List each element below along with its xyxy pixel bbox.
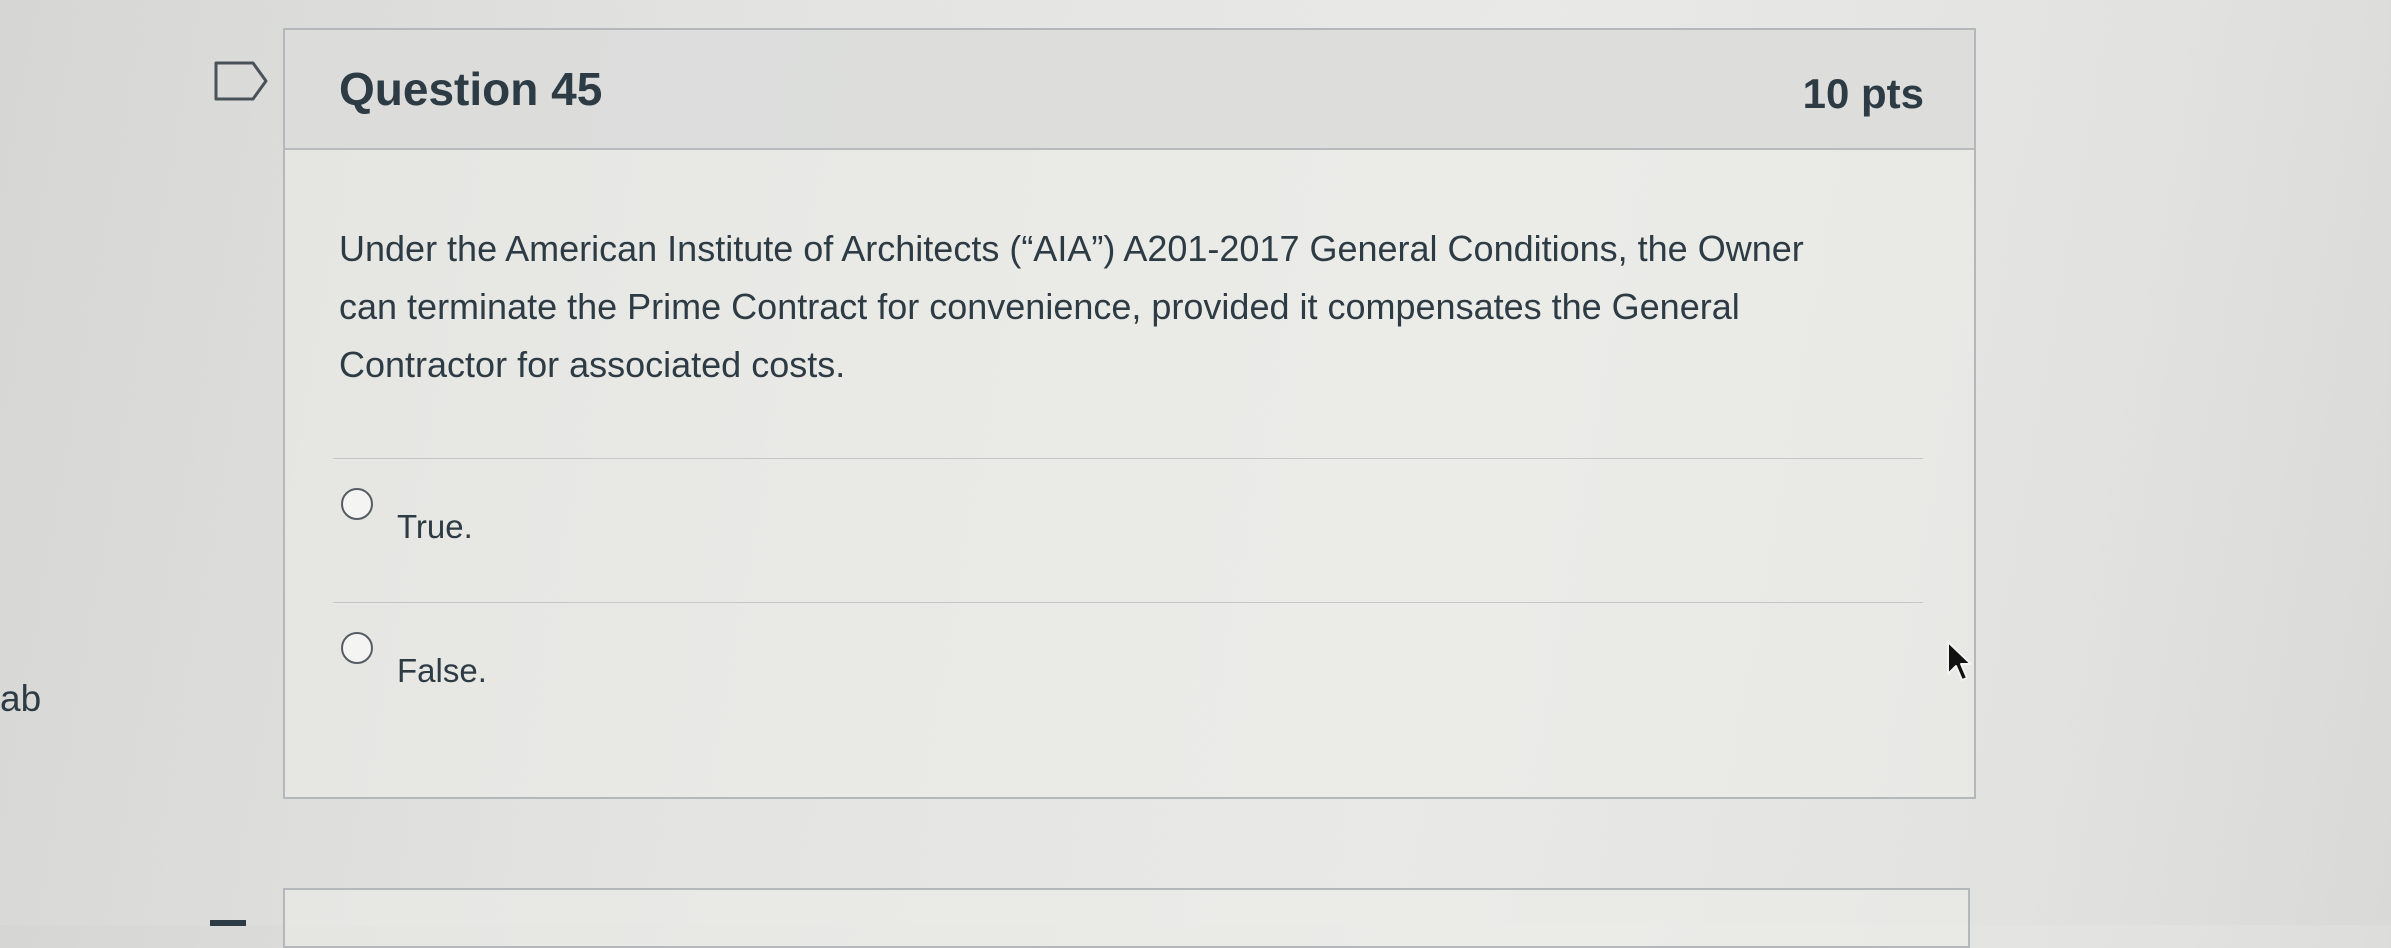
question-points: 10 pts xyxy=(1802,70,1924,117)
tab-label-fragment[interactable]: ab xyxy=(0,678,41,720)
flag-question-icon[interactable] xyxy=(213,60,269,102)
question-text: Under the American Institute of Architec… xyxy=(339,228,1804,385)
next-flag-icon[interactable] xyxy=(210,920,246,926)
question-title: Question 45 xyxy=(339,63,603,115)
answer-option-true[interactable]: True. xyxy=(341,488,1901,558)
next-question-card xyxy=(283,888,1970,948)
radio-button-icon[interactable] xyxy=(341,488,373,520)
question-header: Question 45 10 pts xyxy=(285,30,1974,150)
answer-divider xyxy=(333,458,1923,459)
answer-divider xyxy=(333,602,1923,603)
mouse-pointer-icon xyxy=(1947,641,1972,681)
answer-label[interactable]: True. xyxy=(397,508,473,546)
answer-option-false[interactable]: False. xyxy=(341,632,1901,702)
radio-button-icon[interactable] xyxy=(341,632,373,664)
question-card: Question 45 10 pts Under the American In… xyxy=(283,28,1976,799)
answer-label[interactable]: False. xyxy=(397,652,487,690)
